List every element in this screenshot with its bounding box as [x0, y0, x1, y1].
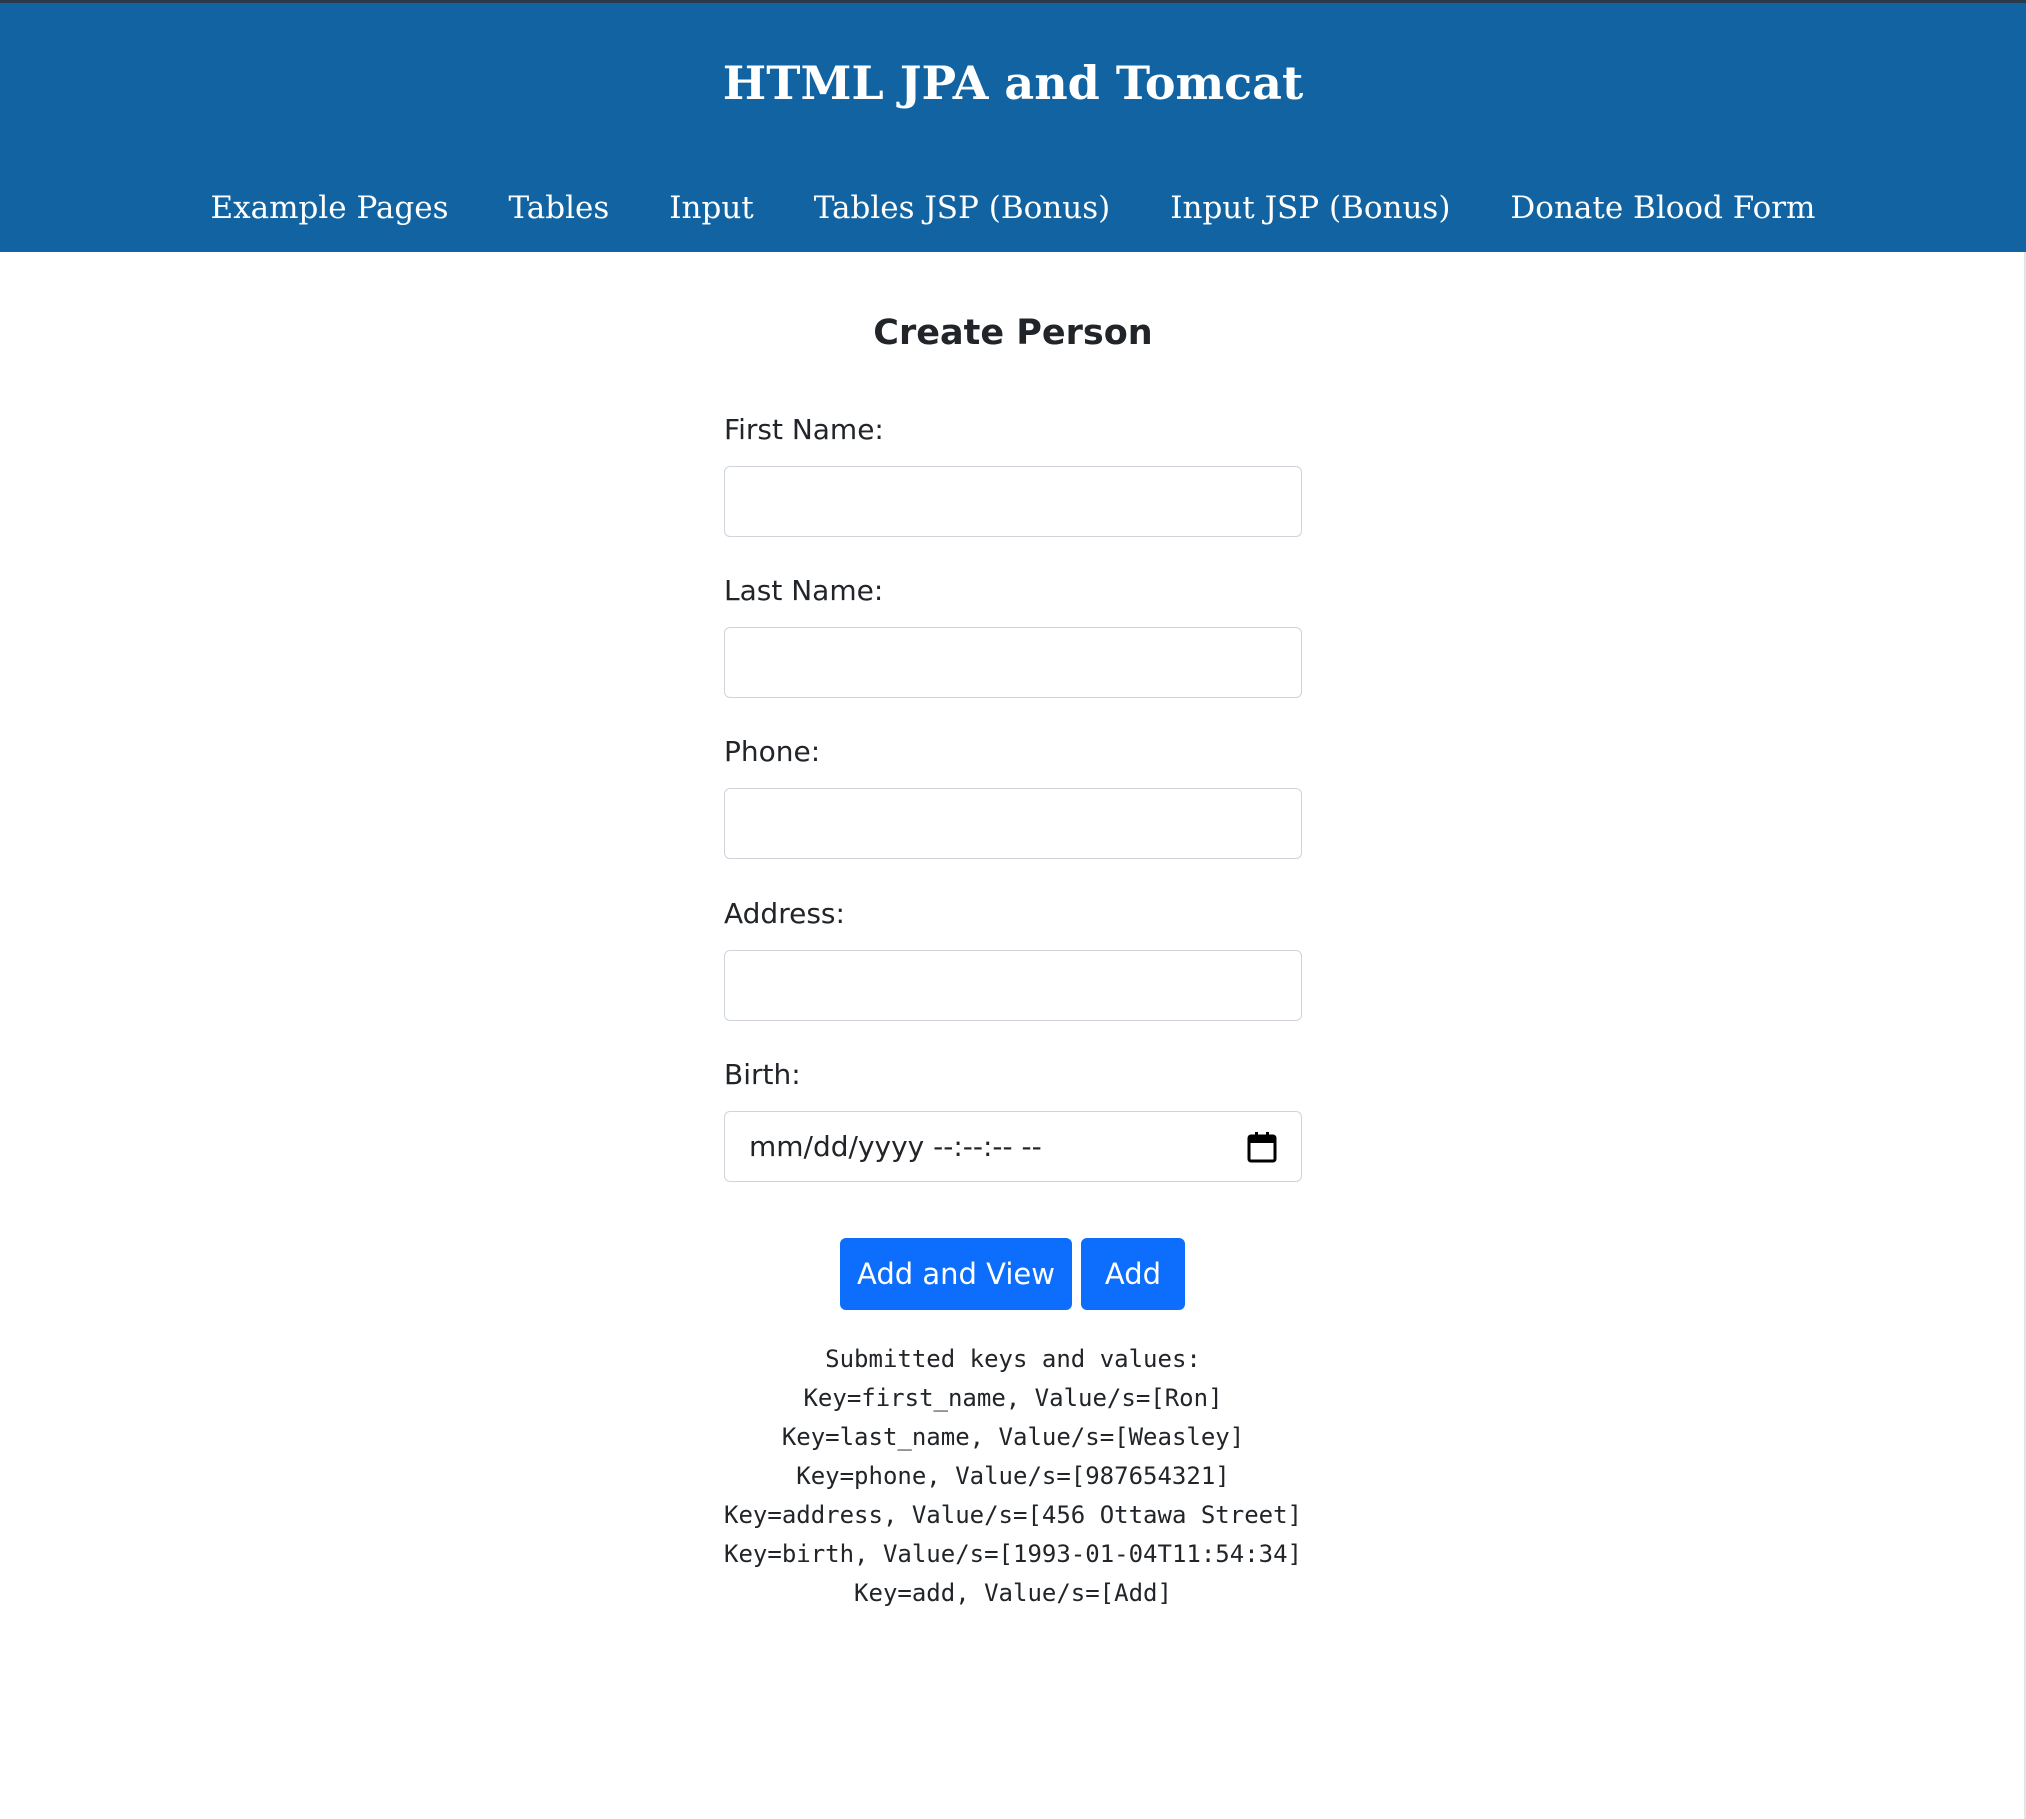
submitted-values-output: Submitted keys and values: Key=first_nam…: [0, 1340, 2026, 1613]
calendar-icon[interactable]: [1247, 1131, 1277, 1163]
submitted-value-line: Key=address, Value/s=[456 Ottawa Street]: [724, 1501, 1302, 1529]
nav-link-input[interactable]: Input: [669, 185, 753, 231]
nav-link-input-jsp[interactable]: Input JSP (Bonus): [1170, 185, 1450, 231]
birth-datetime-input[interactable]: mm/dd/yyyy --:--:-- --: [724, 1111, 1302, 1182]
phone-input[interactable]: [724, 788, 1302, 859]
submitted-values-heading: Submitted keys and values:: [825, 1345, 1201, 1373]
address-label: Address:: [724, 897, 845, 930]
phone-label: Phone:: [724, 735, 821, 768]
form-title: Create Person: [873, 313, 1153, 353]
first-name-input[interactable]: [724, 466, 1302, 537]
submitted-value-line: Key=first_name, Value/s=[Ron]: [803, 1384, 1223, 1412]
site-title: HTML JPA and Tomcat: [722, 56, 1304, 110]
nav-link-tables[interactable]: Tables: [509, 185, 610, 231]
add-button[interactable]: Add: [1081, 1238, 1185, 1310]
first-name-label: First Name:: [724, 413, 884, 446]
last-name-label: Last Name:: [724, 574, 884, 607]
submitted-value-line: Key=phone, Value/s=[987654321]: [796, 1462, 1230, 1490]
site-header: HTML JPA and Tomcat Example Pages Tables…: [0, 0, 2026, 252]
last-name-input[interactable]: [724, 627, 1302, 698]
birth-label: Birth:: [724, 1058, 801, 1091]
address-input[interactable]: [724, 950, 1302, 1021]
main-nav: Example Pages Tables Input Tables JSP (B…: [0, 185, 2026, 231]
nav-link-example-pages[interactable]: Example Pages: [211, 185, 449, 231]
add-and-view-button[interactable]: Add and View: [840, 1238, 1072, 1310]
nav-link-tables-jsp[interactable]: Tables JSP (Bonus): [814, 185, 1110, 231]
submitted-value-line: Key=add, Value/s=[Add]: [854, 1579, 1172, 1607]
submitted-value-line: Key=last_name, Value/s=[Weasley]: [781, 1423, 1245, 1451]
birth-datetime-placeholder: mm/dd/yyyy --:--:-- --: [749, 1130, 1042, 1163]
submitted-value-line: Key=birth, Value/s=[1993-01-04T11:54:34]: [724, 1540, 1302, 1568]
nav-link-donate-blood-form[interactable]: Donate Blood Form: [1510, 185, 1815, 231]
